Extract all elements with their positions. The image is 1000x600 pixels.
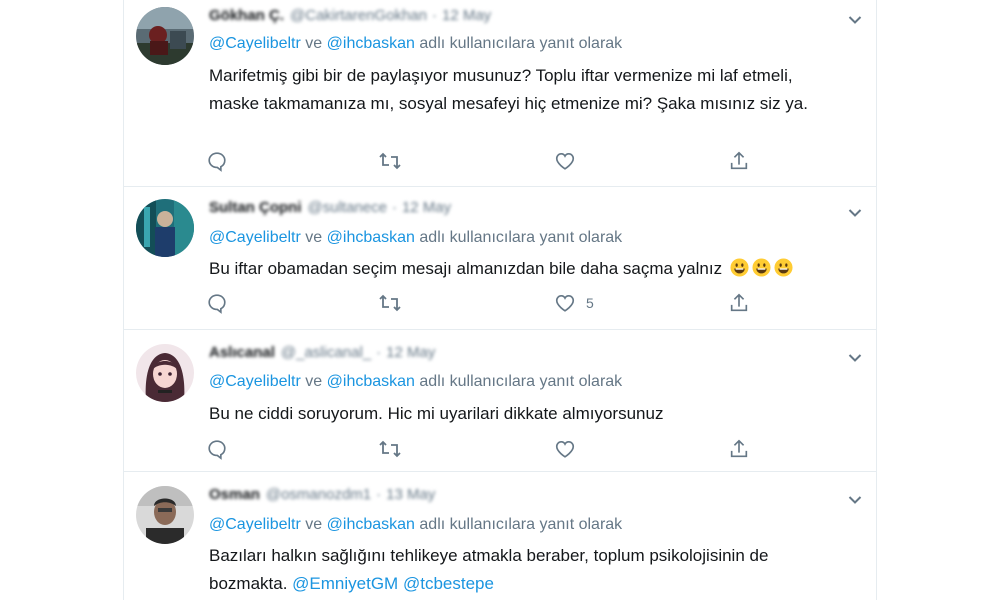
tweet-actions: 5 xyxy=(206,290,766,316)
chevron-down-icon[interactable] xyxy=(848,350,862,362)
retweet-button[interactable] xyxy=(378,436,402,462)
grinning-face-emoji xyxy=(730,258,749,277)
display-name[interactable]: Osman xyxy=(209,486,260,503)
tweet-date[interactable]: 12 May xyxy=(386,344,435,361)
tweet-card[interactable]: Sultan Çopni @sultanece · 12 May @Cayelibel… xyxy=(124,187,876,330)
mention-link[interactable]: @ihcbaskan xyxy=(327,35,415,52)
retweet-icon xyxy=(378,438,402,460)
mention-link[interactable]: @Cayelibeltr xyxy=(209,35,301,52)
like-button[interactable] xyxy=(554,436,586,462)
share-button[interactable] xyxy=(728,148,750,174)
grinning-face-emoji xyxy=(752,258,771,277)
share-icon xyxy=(728,150,750,172)
user-handle[interactable]: @sultanece xyxy=(308,199,387,216)
tweet-actions xyxy=(206,148,766,174)
tweet-date[interactable]: 13 May xyxy=(386,486,435,503)
mention-link[interactable]: @ihcbaskan xyxy=(327,373,415,390)
reply-button[interactable] xyxy=(206,290,228,316)
tweet-text: Marifetmiş gibi bir de paylaşıyor musunu… xyxy=(209,66,808,113)
like-button[interactable]: 5 xyxy=(554,290,594,316)
tweet-header: Sultan Çopni @sultanece · 12 May xyxy=(209,199,452,216)
display-name[interactable]: Sultan Çopni xyxy=(209,199,302,216)
tweet-text: Bu iftar obamadan seçim mesajı almanızda… xyxy=(209,259,723,278)
reply-join: ve xyxy=(305,35,323,52)
reply-suffix: adlı kullanıcılara yanıt olarak xyxy=(419,516,623,533)
tweet-header: Gökhan Ç. @CakirtarenGokhan · 12 May xyxy=(209,7,492,24)
mention-link[interactable]: @ihcbaskan xyxy=(327,516,415,533)
like-icon xyxy=(554,150,576,172)
share-button[interactable] xyxy=(728,290,750,316)
mention-link[interactable]: @Cayelibeltr xyxy=(209,373,301,390)
user-handle[interactable]: @osmanozdm1 xyxy=(266,486,371,503)
reply-icon xyxy=(206,150,228,172)
tweet-text-block: Bazıları halkın sağlığını tehlikeye atma… xyxy=(209,542,829,598)
reply-join: ve xyxy=(305,516,323,533)
tweet-actions xyxy=(206,436,766,462)
reply-icon xyxy=(206,438,228,460)
avatar[interactable] xyxy=(136,7,194,65)
reply-context: @Cayelibeltr ve @ihcbaskan adlı kullanıc… xyxy=(209,229,622,247)
like-button[interactable] xyxy=(554,148,586,174)
tweet-date[interactable]: 12 May xyxy=(442,7,491,24)
mention-link[interactable]: @Cayelibeltr xyxy=(209,516,301,533)
retweet-icon xyxy=(378,150,402,172)
reply-button[interactable] xyxy=(206,148,228,174)
mention-link[interactable]: @tcbestepe xyxy=(403,574,494,593)
tweet-card[interactable]: Aslıcanal @_aslicanal_ · 12 May @Cayelibelt… xyxy=(124,330,876,472)
grinning-face-emoji xyxy=(774,258,793,277)
reply-context: @Cayelibeltr ve @ihcbaskan adlı kullanıc… xyxy=(209,373,622,391)
share-icon xyxy=(728,292,750,314)
chevron-down-icon[interactable] xyxy=(848,205,862,217)
like-count: 5 xyxy=(586,295,594,311)
mention-link[interactable]: @EmniyetGM xyxy=(292,574,398,593)
retweet-button[interactable] xyxy=(378,290,402,316)
tweet-card[interactable]: Gökhan Ç. @CakirtarenGokhan · 12 May @Cayel… xyxy=(124,0,876,187)
share-icon xyxy=(728,438,750,460)
avatar[interactable] xyxy=(136,199,194,257)
share-button[interactable] xyxy=(728,436,750,462)
tweet-header: Aslıcanal @_aslicanal_ · 12 May xyxy=(209,344,436,361)
reply-context: @Cayelibeltr ve @ihcbaskan adlı kullanıc… xyxy=(209,35,622,53)
tweet-text-block: Bu iftar obamadan seçim mesajı almanızda… xyxy=(209,255,829,283)
like-icon xyxy=(554,438,576,460)
tweet-card[interactable]: Osman @osmanozdm1 · 13 May @Cayelibeltr ve … xyxy=(124,472,876,600)
display-name[interactable]: Gökhan Ç. xyxy=(209,7,284,24)
replies-feed: Gökhan Ç. @CakirtarenGokhan · 12 May @Cayel… xyxy=(123,0,877,600)
like-icon xyxy=(554,292,576,314)
chevron-down-icon[interactable] xyxy=(848,12,862,24)
reply-suffix: adlı kullanıcılara yanıt olarak xyxy=(419,229,623,246)
display-name[interactable]: Aslıcanal xyxy=(209,344,275,361)
reply-join: ve xyxy=(305,373,323,390)
chevron-down-icon[interactable] xyxy=(848,492,862,504)
user-handle[interactable]: @_aslicanal_ xyxy=(281,344,371,361)
retweet-icon xyxy=(378,292,402,314)
avatar[interactable] xyxy=(136,344,194,402)
reply-icon xyxy=(206,292,228,314)
reply-suffix: adlı kullanıcılara yanıt olarak xyxy=(419,35,623,52)
reply-context: @Cayelibeltr ve @ihcbaskan adlı kullanıc… xyxy=(209,516,622,534)
avatar[interactable] xyxy=(136,486,194,544)
mention-link[interactable]: @Cayelibeltr xyxy=(209,229,301,246)
tweet-header: Osman @osmanozdm1 · 13 May xyxy=(209,486,436,503)
tweet-text: Bu ne ciddi soruyorum. Hic mi uyarilari … xyxy=(209,404,664,423)
reply-button[interactable] xyxy=(206,436,228,462)
reply-join: ve xyxy=(305,229,323,246)
user-handle[interactable]: @CakirtarenGokhan xyxy=(290,7,427,24)
tweet-date[interactable]: 12 May xyxy=(402,199,451,216)
retweet-button[interactable] xyxy=(378,148,402,174)
reply-suffix: adlı kullanıcılara yanıt olarak xyxy=(419,373,623,390)
mention-link[interactable]: @ihcbaskan xyxy=(327,229,415,246)
